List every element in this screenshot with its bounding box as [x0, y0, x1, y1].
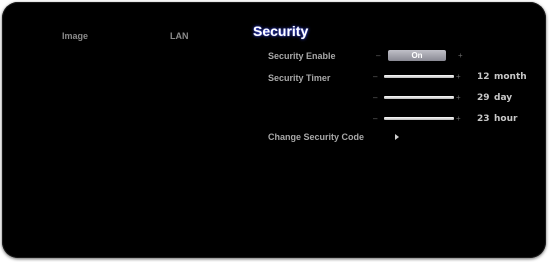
security-enable-toggle[interactable]: On — [388, 50, 446, 61]
security-timer-label: Security Timer — [268, 73, 331, 83]
security-enable-label: Security Enable — [268, 51, 336, 61]
timer-hour-slider[interactable] — [384, 117, 454, 120]
timer-hour-unit: hour — [494, 114, 518, 124]
timer-month-number: 12 — [477, 72, 490, 82]
chevron-right-icon[interactable] — [395, 134, 399, 140]
timer-month-unit: month — [494, 72, 527, 82]
timer-hour-number: 23 — [477, 114, 490, 124]
timer-day-unit: day — [494, 93, 513, 103]
timer-day-number: 29 — [477, 93, 490, 103]
tab-lan[interactable]: LAN — [170, 31, 189, 41]
timer-month-increase-button[interactable]: + — [456, 73, 461, 81]
timer-day-decrease-button[interactable]: – — [373, 94, 377, 102]
timer-month-decrease-button[interactable]: – — [373, 73, 377, 81]
security-enable-decrease-button[interactable]: – — [376, 52, 380, 60]
tab-security[interactable]: Security — [253, 23, 308, 39]
timer-month-slider[interactable] — [384, 75, 454, 78]
timer-hour-decrease-button[interactable]: – — [373, 115, 377, 123]
timer-day-increase-button[interactable]: + — [456, 94, 461, 102]
osd-panel: Image LAN Security Security Enable – On … — [2, 2, 546, 258]
change-security-code-label[interactable]: Change Security Code — [268, 132, 364, 142]
timer-day-slider[interactable] — [384, 96, 454, 99]
timer-hour-increase-button[interactable]: + — [456, 115, 461, 123]
security-enable-increase-button[interactable]: + — [458, 52, 463, 60]
tab-image[interactable]: Image — [62, 31, 88, 41]
